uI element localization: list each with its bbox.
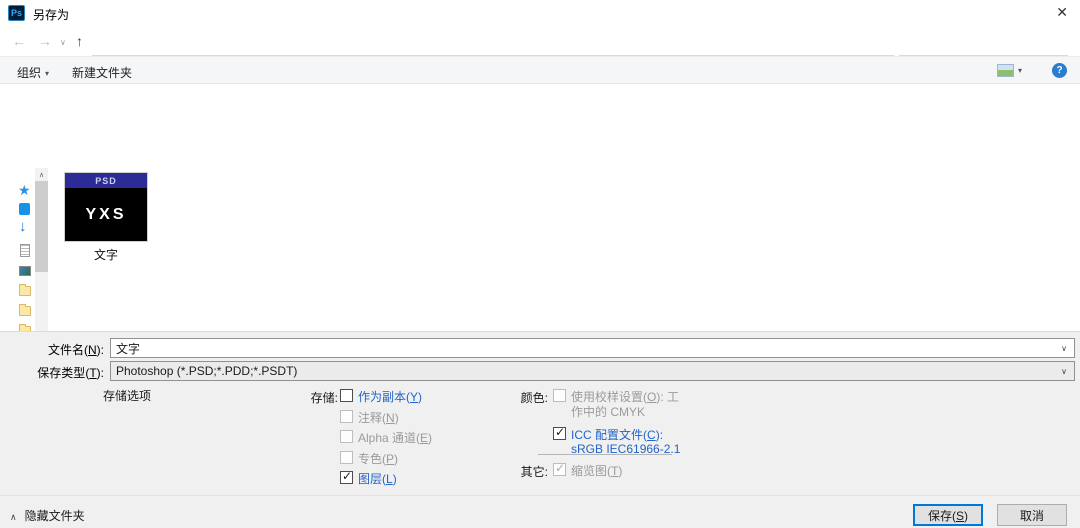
hide-folders-button[interactable]: ∧隐藏文件夹 — [10, 507, 85, 524]
forward-icon[interactable]: → — [38, 33, 52, 49]
proof-setup-value: 作中的 CMYK — [571, 403, 645, 420]
spot-colors-label: 专色P — [358, 450, 398, 467]
checkbox-row-spot-colors: 专色P — [340, 450, 398, 467]
thumbnail-label: 缩览图T — [571, 462, 622, 479]
other-group-label: 其它: — [460, 463, 548, 480]
organize-label: 组织 — [17, 66, 41, 80]
chevron-up-icon: ∧ — [10, 512, 17, 522]
change-view-button[interactable]: ▾ — [997, 64, 1022, 77]
desktop-icon[interactable] — [19, 266, 31, 276]
chevron-down-icon[interactable]: ∨ — [1061, 367, 1067, 376]
file-thumbnail: PSD YXS — [64, 172, 148, 242]
organize-menu-button[interactable]: 组织 ▾ — [17, 64, 49, 81]
cancel-button[interactable]: 取消 — [997, 504, 1067, 526]
documents-icon[interactable] — [20, 244, 30, 257]
photoshop-app-icon: Ps — [8, 5, 25, 21]
file-preview: YXS — [65, 188, 147, 241]
checkbox-disabled — [340, 451, 353, 464]
checkbox-checked[interactable]: ✓ — [553, 427, 566, 440]
as-copy-label[interactable]: 作为副本Y — [358, 388, 422, 405]
checkbox-row-icc-profile[interactable]: ✓ ICC 配置文件C: — [553, 426, 663, 443]
folder-icon[interactable] — [19, 286, 31, 296]
navigation-row: ← → ∨ ↑ › 此电脑 › 桌面 › 新建文件夹 (2) ∨ ↻ 搜索"新建… — [0, 26, 1080, 56]
checkbox-row-annotations: 注释N — [340, 409, 399, 426]
dialog-bottom-bar: ∧隐藏文件夹 保存S 取消 — [0, 495, 1080, 528]
up-directory-icon[interactable]: ↑ — [76, 33, 83, 49]
scrollbar-thumb[interactable] — [35, 181, 48, 272]
filename-input[interactable]: 文字 ∨ — [110, 338, 1075, 358]
checkbox-disabled — [340, 410, 353, 423]
chevron-down-icon[interactable]: ∨ — [1061, 344, 1067, 353]
savetype-select[interactable]: Photoshop (*.PSD;*.PDD;*.PSDT) ∨ — [110, 361, 1075, 381]
save-button[interactable]: 保存S — [913, 504, 983, 526]
checkbox-row-alpha-channels: Alpha 通道E — [340, 429, 432, 446]
alpha-channels-label: Alpha 通道E — [358, 429, 432, 446]
savetype-value: Photoshop (*.PSD;*.PDD;*.PSDT) — [116, 364, 297, 378]
back-icon[interactable]: ← — [12, 33, 26, 49]
checkbox-unchecked[interactable] — [340, 389, 353, 402]
checkbox-row-thumbnail: ✓ 缩览图T — [553, 462, 622, 479]
filename-label: 文件名N: — [0, 341, 104, 358]
file-name-label: 文字 — [62, 246, 150, 263]
checkbox-row-as-copy[interactable]: 作为副本Y — [340, 388, 422, 405]
filename-value: 文字 — [116, 340, 140, 357]
close-icon[interactable]: ✕ — [1056, 4, 1068, 21]
check-icon: ✓ — [555, 461, 565, 475]
onedrive-icon[interactable] — [19, 203, 30, 215]
save-group-label: 存储: — [240, 389, 338, 406]
psd-badge: PSD — [65, 173, 147, 188]
chevron-down-icon: ▾ — [1018, 66, 1022, 75]
help-icon[interactable]: ? — [1052, 63, 1067, 78]
savetype-label: 保存类型T: — [0, 364, 104, 381]
checkbox-disabled — [553, 389, 566, 402]
folder-icon[interactable] — [19, 306, 31, 316]
annotations-label: 注释N — [358, 409, 399, 426]
layers-label[interactable]: 图层L — [358, 470, 397, 487]
checkbox-row-layers[interactable]: ✓ 图层L — [340, 470, 397, 487]
save-options-title: 存储选项 — [103, 387, 151, 404]
view-mode-icon — [997, 64, 1014, 77]
checkbox-disabled — [340, 430, 353, 443]
check-icon: ✓ — [555, 425, 565, 439]
title-bar: Ps 另存为 ✕ — [0, 0, 1080, 26]
file-list-area: ★ ↓ ∧ ∨ PSD YXS 文字 — [0, 84, 1080, 331]
window-title: 另存为 — [33, 6, 69, 23]
checkbox-checked-disabled: ✓ — [553, 463, 566, 476]
file-item-psd[interactable]: PSD YXS 文字 — [62, 172, 150, 263]
chevron-down-icon: ▾ — [45, 69, 49, 78]
icc-profile-label[interactable]: ICC 配置文件C: — [571, 426, 663, 443]
downloads-arrow-icon[interactable]: ↓ — [19, 218, 27, 235]
command-toolbar: 组织 ▾ 新建文件夹 ▾ ? — [0, 56, 1080, 84]
new-folder-button[interactable]: 新建文件夹 — [72, 64, 132, 81]
dialog-footer: 文件名N: 文字 ∨ 保存类型T: Photoshop (*.PSD;*.PDD… — [0, 331, 1080, 528]
recent-locations-dropdown-icon[interactable]: ∨ — [60, 38, 66, 47]
color-group-label: 颜色: — [460, 389, 548, 406]
check-icon: ✓ — [342, 469, 352, 483]
options-divider — [538, 454, 672, 455]
quick-access-star-icon[interactable]: ★ — [18, 182, 31, 199]
checkbox-checked[interactable]: ✓ — [340, 471, 353, 484]
save-as-dialog: Ps 另存为 ✕ ← → ∨ ↑ › 此电脑 › 桌面 › 新建文件夹 (2) … — [0, 0, 1080, 528]
scroll-up-icon[interactable]: ∧ — [35, 169, 48, 181]
